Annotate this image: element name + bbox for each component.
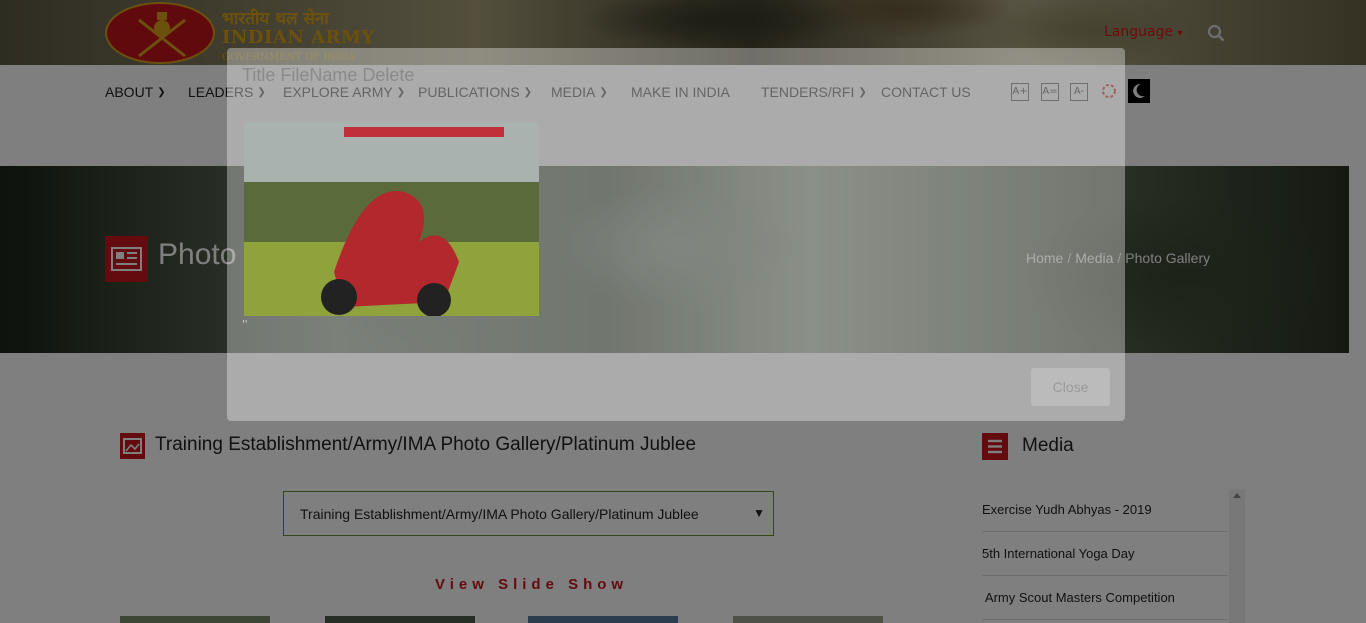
image-modal: Title FileName Delete × '' Close bbox=[227, 48, 1125, 421]
modal-photo bbox=[244, 122, 539, 316]
close-icon[interactable]: × bbox=[1098, 62, 1111, 81]
modal-caption: '' bbox=[242, 319, 248, 330]
close-button[interactable]: Close bbox=[1031, 368, 1110, 406]
modal-title: Title FileName Delete bbox=[242, 65, 415, 85]
